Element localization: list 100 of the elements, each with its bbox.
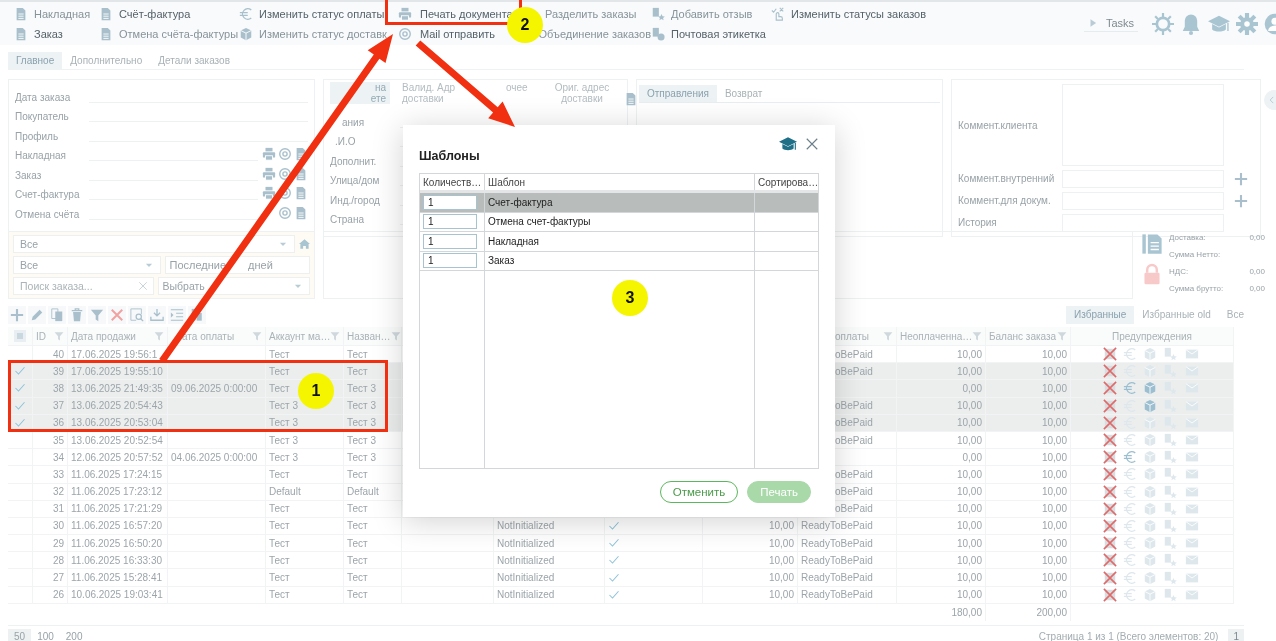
table-cell: oBePaid (835, 348, 873, 360)
field-label: Коммент.для докум. (958, 195, 1052, 206)
table-cell: 11.06.2025 17:23:12 (71, 486, 162, 498)
table-cell: 29 (52, 537, 64, 549)
template-name: Заказ (488, 255, 515, 267)
table-cell: 34 (52, 451, 64, 463)
table-cell: 10,00 (1041, 451, 1067, 463)
field-label: Заказ (15, 169, 43, 181)
field-label: Инд./город (330, 194, 380, 206)
table-cell: Тест 3 (269, 434, 299, 446)
table-cell: 11.06.2025 15:28:41 (71, 572, 162, 584)
table-cell: oBePaid (835, 417, 873, 429)
template-name: Счет-фактура (488, 196, 553, 208)
table-cell: Тест (347, 572, 368, 584)
table-cell: 10,00 (768, 537, 794, 549)
table-cell: oBePaid (835, 486, 873, 498)
table-cell: oBePaid (835, 468, 873, 480)
table-cell: 10,00 (1041, 468, 1067, 480)
table-cell: 10,00 (1041, 434, 1067, 446)
table-cell: 10,00 (956, 400, 982, 412)
table-cell: Тест (269, 589, 290, 601)
table-cell: Тест (347, 503, 368, 515)
table-cell: 28 (52, 554, 64, 566)
table-cell: 10,00 (956, 520, 982, 532)
table-cell: Тест (269, 348, 290, 360)
table-cell: 10,00 (956, 503, 982, 515)
table-cell: 40 (52, 348, 64, 360)
table-cell: 10,00 (768, 554, 794, 566)
table-cell: 0,00 (962, 382, 982, 394)
table-cell: 10,00 (1041, 537, 1067, 549)
field-label: Счет-фактура (15, 189, 81, 200)
field-label: История (958, 217, 998, 228)
table-cell: 32 (52, 486, 64, 498)
table-cell: 31 (52, 503, 64, 515)
table-cell: 13.06.2025 20:54:43 (71, 400, 163, 412)
field-label: ания (342, 116, 365, 128)
field-label: Профиль (15, 130, 60, 142)
table-cell: 10,00 (1041, 589, 1067, 601)
template-name: Накладная (488, 235, 539, 247)
table-cell: Тест (269, 554, 290, 566)
table-cell: 38 (52, 382, 64, 394)
table-cell: 11.06.2025 16:57:20 (71, 520, 162, 532)
summary-value: 0,00 (1249, 284, 1265, 295)
table-cell: 10.06.2025 19:03:41 (71, 589, 163, 601)
table-cell: oBePaid (835, 365, 873, 377)
table-cell: Тест (347, 520, 368, 532)
table-cell: 10,00 (1041, 400, 1067, 412)
table-cell: 0,00 (962, 451, 982, 463)
table-cell: Тест 3 (269, 417, 299, 429)
table-cell: 39 (52, 365, 64, 377)
table-cell: Тест (347, 468, 368, 480)
table-cell: oBePaid (835, 503, 873, 515)
template-name: Отмена счет-фактуры (488, 216, 591, 228)
table-cell: 30 (52, 520, 64, 532)
table-cell: 10,00 (1041, 503, 1067, 515)
table-cell: Тест (269, 468, 290, 480)
table-cell: 10,00 (1041, 382, 1067, 394)
table-cell: 10,00 (956, 537, 982, 549)
summary-value: 0,00 (1249, 267, 1265, 278)
table-cell: ReadyToBePaid (801, 520, 873, 532)
table-cell: ReadyToBePaid (801, 589, 873, 601)
table-cell: 10,00 (956, 468, 982, 480)
table-cell: Тест 3 (347, 400, 377, 412)
table-cell: 10,00 (956, 486, 982, 498)
table-cell: 33 (52, 468, 64, 480)
summary-label: Сумма Нетто: (1169, 250, 1221, 261)
table-cell: 04.06.2025 0:00:00 (171, 451, 258, 463)
field-label: Коммент.внутренний (958, 173, 1056, 184)
table-cell: ReadyToBePaid (801, 572, 873, 584)
table-cell: 13.06.2025 20:52:54 (71, 434, 163, 446)
total-value: 200,00 (1036, 606, 1067, 618)
table-cell: 17.06.2025 19:55:10 (71, 365, 163, 377)
field-label: Страна (330, 214, 364, 225)
table-cell: 10,00 (1041, 486, 1067, 498)
table-cell: Тест (269, 503, 290, 515)
table-cell: Тест (347, 537, 368, 549)
table-cell: 10,00 (1041, 520, 1067, 532)
table-cell: Тест 3 (269, 400, 299, 412)
field-label: Дополнит. (330, 155, 377, 167)
table-cell: 26 (52, 589, 64, 601)
table-cell: 10,00 (956, 589, 982, 601)
field-label: .И.О (335, 136, 356, 147)
table-cell: Тест 3 (347, 434, 377, 446)
table-cell: Тест 3 (347, 417, 377, 429)
summary-label: Доставка: (1169, 233, 1206, 244)
table-cell: 11.06.2025 16:50:20 (71, 537, 162, 549)
table-cell: 10,00 (1041, 572, 1067, 584)
table-cell: 10,00 (956, 572, 982, 584)
table-cell: Default (269, 486, 301, 498)
table-cell: 10,00 (1041, 417, 1067, 429)
table-cell: 10,00 (1041, 348, 1067, 360)
table-cell: Тест (269, 537, 290, 549)
summary-label: НДС: (1169, 267, 1189, 278)
table-cell: 09.06.2025 0:00:00 (171, 382, 258, 394)
table-cell: Тест 3 (347, 451, 377, 463)
table-cell: 10,00 (768, 520, 794, 532)
table-cell: 11.06.2025 16:33:30 (71, 554, 162, 566)
table-cell: NotInitialized (497, 572, 555, 584)
field-label: Накладная (15, 150, 67, 161)
table-cell: 12.06.2025 20:57:52 (71, 451, 163, 463)
